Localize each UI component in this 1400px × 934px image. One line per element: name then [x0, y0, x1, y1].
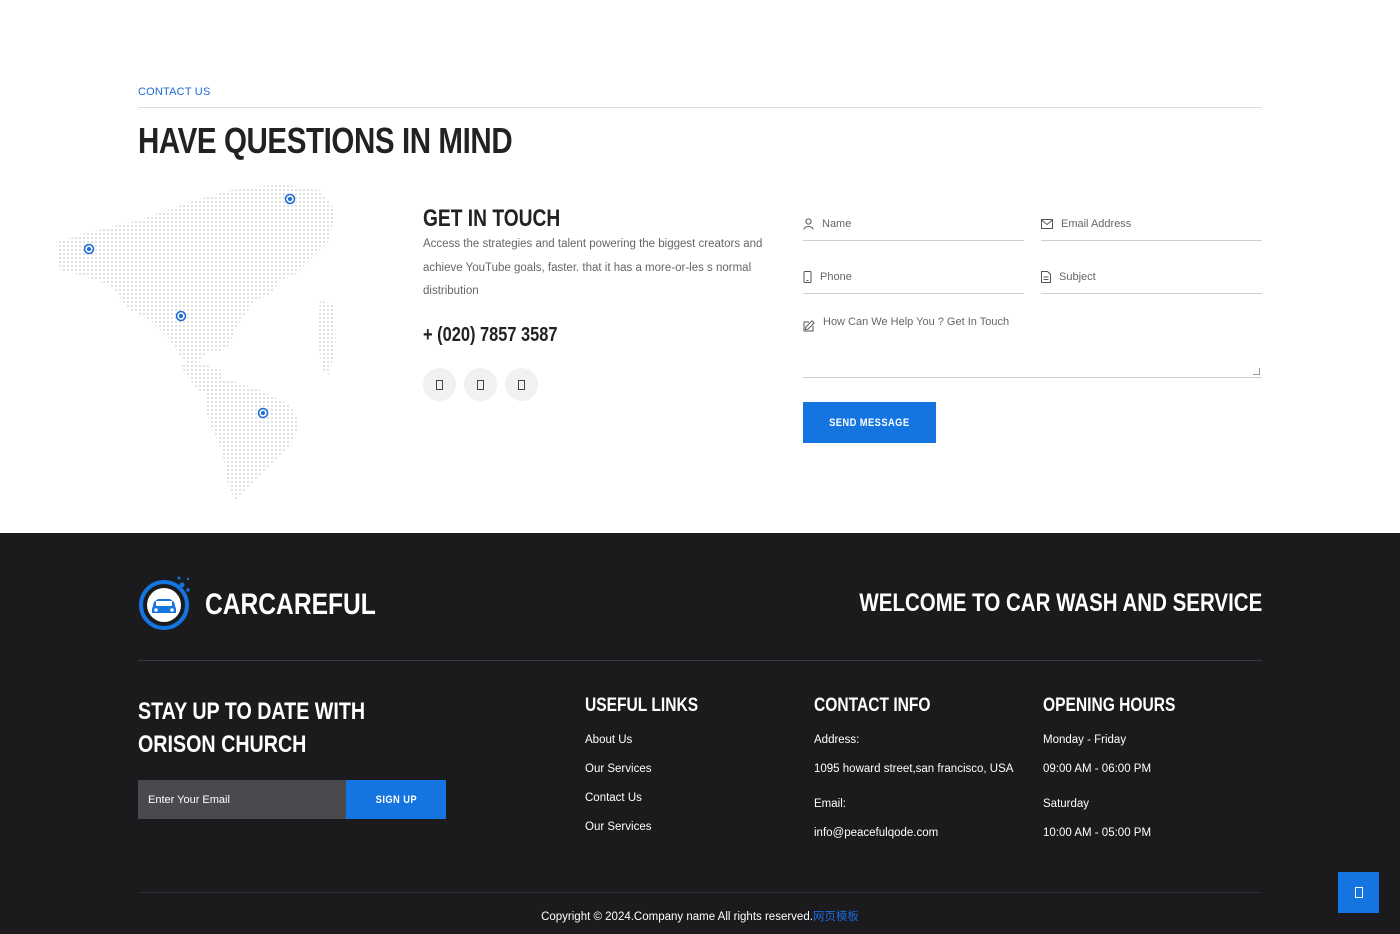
name-input[interactable] — [822, 218, 1024, 230]
footer-link[interactable]: Contact Us — [585, 791, 723, 805]
weekday-hours: 09:00 AM - 06:00 PM — [1043, 763, 1152, 775]
car-logo-icon — [139, 576, 190, 630]
weekend-label: Saturday — [1043, 798, 1090, 810]
phone-input[interactable] — [820, 271, 1024, 283]
footer-link[interactable]: Our Services — [585, 762, 723, 776]
send-message-button[interactable]: SEND MESSAGE — [803, 402, 936, 443]
opening-hours: OPENING HOURS Monday - Friday 09:00 AM -… — [1043, 695, 1205, 855]
edit-icon — [803, 320, 815, 332]
email-input[interactable] — [1061, 218, 1262, 230]
section-eyebrow: CONTACT US — [138, 86, 211, 98]
footer-link[interactable]: About Us — [585, 733, 723, 747]
user-icon — [803, 218, 814, 230]
newsletter-title-line1: STAY UP TO DATE WITH — [138, 698, 366, 725]
newsletter-email-input[interactable] — [138, 780, 346, 819]
footer-divider — [138, 660, 1262, 661]
address-value: 1095 howard street,san francisco, USA — [814, 763, 1014, 775]
newsletter-form: SIGN UP — [138, 780, 446, 819]
email-value[interactable]: info@peacefulqode.com — [814, 826, 1013, 840]
contact-phone: + (020) 7857 3587 — [423, 324, 558, 346]
copyright-text: Copyright © 2024.Company name All rights… — [541, 911, 813, 923]
contact-section: CONTACT US HAVE QUESTIONS IN MIND GET IN… — [0, 0, 1400, 533]
footer-link[interactable]: Our Services — [585, 820, 723, 834]
back-to-top-button[interactable] — [1338, 872, 1379, 913]
envelope-icon — [1041, 219, 1053, 229]
world-map — [56, 184, 336, 500]
address-label: Address: — [814, 734, 860, 746]
newsletter-title-line2: ORISON CHURCH — [138, 731, 307, 758]
social-icon-3[interactable] — [505, 368, 538, 401]
get-in-touch-title: GET IN TOUCH — [423, 205, 561, 232]
welcome-heading: WELCOME TO CAR WASH AND SERVICE — [859, 589, 1262, 617]
section-divider — [138, 107, 1262, 108]
contact-info: CONTACT INFO Address: 1095 howard street… — [814, 695, 1013, 855]
useful-links-title: USEFUL LINKS — [585, 695, 699, 716]
opening-hours-title: OPENING HOURS — [1043, 695, 1176, 716]
brand-name: CARCAREFUL — [205, 588, 376, 621]
social-icon-1[interactable] — [423, 368, 456, 401]
get-in-touch-description: Access the strategies and talent powerin… — [423, 238, 763, 297]
weekday-label: Monday - Friday — [1043, 734, 1127, 746]
back-to-top-icon — [1354, 887, 1363, 898]
name-field — [803, 208, 1024, 241]
sign-up-button[interactable]: SIGN UP — [346, 780, 446, 819]
email-label: Email: — [814, 798, 846, 810]
copyright-divider — [138, 892, 1262, 893]
section-title: HAVE QUESTIONS IN MIND — [138, 120, 513, 161]
weekend-hours: 10:00 AM - 05:00 PM — [1043, 827, 1152, 839]
contact-info-title: CONTACT INFO — [814, 695, 931, 716]
social-links — [423, 368, 538, 401]
useful-links: USEFUL LINKS About Us Our Services Conta… — [585, 695, 723, 849]
phone-field — [803, 261, 1024, 294]
subject-field — [1041, 261, 1262, 294]
sign-up-label: SIGN UP — [375, 793, 417, 806]
email-field — [1041, 208, 1262, 241]
footer: CARCAREFUL WELCOME TO CAR WASH AND SERVI… — [0, 533, 1400, 934]
resize-handle[interactable] — [1253, 368, 1260, 375]
social-icon-2[interactable] — [464, 368, 497, 401]
copyright-link[interactable]: 网页模板 — [813, 911, 859, 923]
document-icon — [1041, 271, 1051, 283]
mobile-icon — [803, 271, 812, 283]
newsletter-title: STAY UP TO DATE WITH ORISON CHURCH — [138, 695, 365, 761]
message-field — [803, 316, 1262, 378]
send-message-label: SEND MESSAGE — [829, 416, 910, 429]
message-input[interactable] — [823, 316, 1262, 372]
subject-input[interactable] — [1059, 271, 1262, 283]
copyright: Copyright © 2024.Company name All rights… — [0, 908, 1400, 924]
